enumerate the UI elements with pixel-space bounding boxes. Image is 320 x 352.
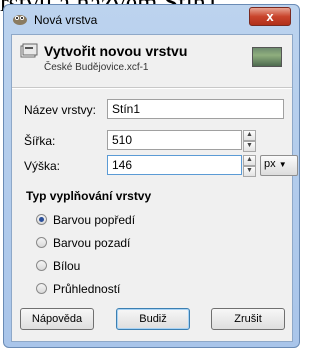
- height-input[interactable]: 146: [107, 155, 242, 175]
- fill-option-label: Barvou popředí: [53, 213, 136, 227]
- layer-name-input[interactable]: Stín1: [107, 99, 284, 119]
- fill-type-title: Typ vyplňování vrstvy: [26, 189, 152, 203]
- unit-value: px: [264, 158, 276, 170]
- image-thumbnail: [252, 47, 282, 67]
- window-title: Nová vrstva: [34, 13, 98, 27]
- spin-up-icon[interactable]: ▲: [243, 155, 256, 166]
- radio-icon[interactable]: [36, 260, 47, 271]
- dialog-subheading: České Budějovice.xcf-1: [44, 62, 149, 73]
- new-layer-dialog: Nová vrstva x Vytvořit novou vrstvu Česk…: [3, 4, 300, 348]
- ok-button[interactable]: Budiž: [116, 308, 190, 330]
- fill-option-label: Průhledností: [53, 282, 121, 296]
- fill-option-label: Bílou: [53, 259, 81, 273]
- chevron-down-icon: ▼: [278, 160, 287, 169]
- close-button[interactable]: x: [249, 7, 291, 26]
- spin-down-icon[interactable]: ▼: [243, 166, 256, 177]
- fill-option-label: Barvou pozadí: [53, 236, 131, 250]
- title-bar: Nová vrstva x: [4, 5, 299, 35]
- dialog-header: Vytvořit novou vrstvu České Budějovice.x…: [12, 35, 292, 85]
- unit-dropdown[interactable]: px ▼: [260, 155, 298, 176]
- radio-icon[interactable]: [36, 283, 47, 294]
- header-separator: [12, 87, 292, 89]
- height-label: Výška:: [24, 159, 61, 173]
- width-spinner[interactable]: ▲ ▼: [243, 130, 256, 152]
- height-spinner[interactable]: ▲ ▼: [243, 155, 256, 177]
- radio-icon[interactable]: [36, 237, 47, 248]
- layer-name-label: Název vrstvy:: [24, 103, 97, 117]
- dialog-heading: Vytvořit novou vrstvu: [44, 43, 188, 59]
- spin-up-icon[interactable]: ▲: [243, 130, 256, 141]
- radio-selected-icon[interactable]: [36, 214, 47, 225]
- dialog-body: Vytvořit novou vrstvu České Budějovice.x…: [11, 34, 298, 342]
- cancel-button[interactable]: Zrušit: [211, 308, 285, 330]
- help-button[interactable]: Nápověda: [20, 308, 94, 330]
- layer-icon: [20, 43, 38, 58]
- width-input[interactable]: 510: [107, 130, 242, 150]
- gimp-app-icon: [13, 15, 27, 25]
- width-label: Šířka:: [24, 134, 56, 148]
- spin-down-icon[interactable]: ▼: [243, 141, 256, 152]
